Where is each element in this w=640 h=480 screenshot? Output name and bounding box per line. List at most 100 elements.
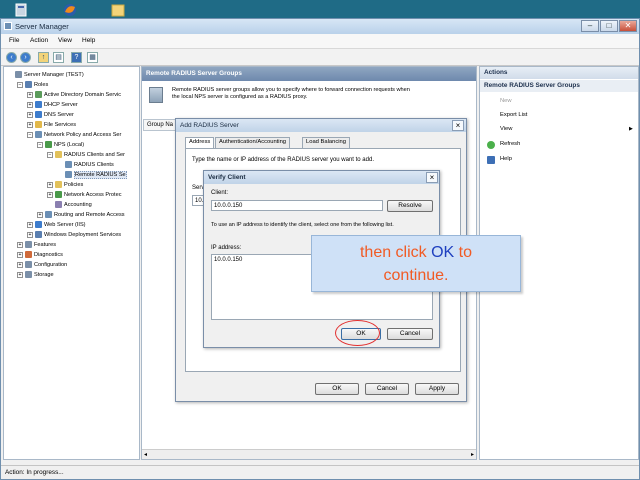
tree-expander-icon[interactable]: + xyxy=(47,191,53,198)
verify-client-close-button[interactable]: × xyxy=(426,172,438,183)
features-icon xyxy=(25,241,32,249)
folder-icon xyxy=(55,151,62,159)
dhcp-icon xyxy=(35,101,42,109)
tree-expander-icon[interactable]: + xyxy=(27,111,33,118)
tree-item[interactable]: + Active Directory Domain Servic xyxy=(27,91,121,100)
submenu-arrow-icon: ▶ xyxy=(629,126,633,132)
tree-item-label: Features xyxy=(34,242,57,248)
tree-item[interactable]: + Storage xyxy=(17,271,54,280)
callout-text-pre: then click xyxy=(359,244,432,261)
tree-item[interactable]: RADIUS Clients xyxy=(57,161,114,170)
up-folder-icon[interactable]: ↑ xyxy=(38,52,49,63)
server-manager-icon[interactable] xyxy=(14,2,30,17)
menu-view[interactable]: View xyxy=(58,37,72,44)
menu-file[interactable]: File xyxy=(9,37,19,44)
app-icon xyxy=(4,22,12,30)
tree-item[interactable]: Remote RADIUS Se xyxy=(57,171,127,180)
tree-item-label: DHCP Server xyxy=(44,102,78,108)
verify-hint: To use an IP address to identify the cli… xyxy=(211,222,394,228)
tree-item[interactable]: − NPS (Local) xyxy=(37,141,84,150)
tree-expander-icon[interactable]: + xyxy=(27,121,33,128)
resolve-button[interactable]: Resolve xyxy=(387,200,433,212)
tab-address[interactable]: Address xyxy=(185,137,215,148)
tree-expander-icon[interactable]: − xyxy=(37,141,43,148)
tree-expander-icon[interactable]: + xyxy=(27,231,33,238)
tree-expander-icon[interactable]: + xyxy=(37,211,43,218)
taskbar xyxy=(0,0,640,18)
tab-authentication-accounting[interactable]: Authentication/Accounting xyxy=(215,137,291,148)
tree-item-label: Policies xyxy=(64,182,84,188)
folder-icon xyxy=(55,181,62,189)
tree-item-label: DNS Server xyxy=(44,112,74,118)
tree-expander-icon[interactable]: + xyxy=(17,271,23,278)
add-radius-dialog-title: Add RADIUS Server xyxy=(176,119,466,132)
tree-item[interactable]: Server Manager (TEST) xyxy=(7,71,84,80)
forward-arrow-icon[interactable]: › xyxy=(20,52,31,63)
tree-item[interactable]: + DHCP Server xyxy=(27,101,78,110)
add-radius-cancel-button[interactable]: Cancel xyxy=(365,383,409,395)
tree-expander-icon[interactable]: + xyxy=(17,241,23,248)
tree-item[interactable]: + Diagnostics xyxy=(17,251,63,260)
actions-section-header[interactable]: Remote RADIUS Server Groups xyxy=(480,80,638,92)
tab-load-balancing[interactable]: Load Balancing xyxy=(302,137,350,148)
iis-icon xyxy=(35,221,42,229)
tree-item[interactable]: + Web Server (IIS) xyxy=(27,221,86,230)
action-refresh[interactable]: Refresh xyxy=(500,141,520,147)
tree-item-label: Network Access Protec xyxy=(64,192,122,198)
tree-item[interactable]: − Roles xyxy=(17,81,48,90)
tree-expander-icon[interactable]: + xyxy=(27,221,33,228)
verify-cancel-button[interactable]: Cancel xyxy=(387,328,433,340)
tree-item[interactable]: − RADIUS Clients and Ser xyxy=(47,151,125,160)
maximize-button[interactable]: □ xyxy=(600,20,618,32)
tree-expander-icon[interactable]: + xyxy=(27,91,33,98)
tree-expander-icon[interactable]: + xyxy=(47,181,53,188)
tree-item[interactable]: + Network Access Protec xyxy=(47,191,122,200)
tree-expander-icon[interactable]: − xyxy=(17,81,23,88)
horizontal-scrollbar[interactable]: ◂ ▸ xyxy=(142,449,476,459)
action-help[interactable]: Help xyxy=(500,156,512,162)
action-export-list[interactable]: Export List xyxy=(500,112,527,118)
action-view[interactable]: View xyxy=(500,126,512,132)
ip-address-list-item[interactable]: 10.0.0.150 xyxy=(214,257,242,263)
tree-item[interactable]: + Routing and Remote Access xyxy=(37,211,125,220)
navigation-tree: Server Manager (TEST) − Roles + Active Direc… xyxy=(3,66,140,460)
tree-expander-icon[interactable]: − xyxy=(27,131,33,138)
back-arrow-icon[interactable]: ‹ xyxy=(6,52,17,63)
tree-expander-icon[interactable]: + xyxy=(27,101,33,108)
scroll-left-icon[interactable]: ◂ xyxy=(144,451,147,458)
add-radius-ok-button[interactable]: OK xyxy=(315,383,359,395)
action-new[interactable]: New xyxy=(500,98,512,104)
tree-item[interactable]: + Features xyxy=(17,241,56,250)
folder-icon[interactable] xyxy=(110,2,126,17)
tree-item[interactable]: + Policies xyxy=(47,181,83,190)
tree-item-label: Active Directory Domain Servic xyxy=(44,92,122,98)
console-icon[interactable]: ▤ xyxy=(53,52,64,63)
tree-expander-icon[interactable]: + xyxy=(17,251,23,258)
tree-item[interactable]: − Network Policy and Access Ser xyxy=(27,131,121,140)
add-radius-apply-button[interactable]: Apply xyxy=(415,383,459,395)
refresh-icon xyxy=(487,141,495,149)
properties-icon[interactable]: ▦ xyxy=(87,52,98,63)
scroll-right-icon[interactable]: ▸ xyxy=(471,451,474,458)
tree-item-label: Configuration xyxy=(34,262,68,268)
add-radius-close-button[interactable]: × xyxy=(452,120,464,131)
tree-item[interactable]: + DNS Server xyxy=(27,111,74,120)
menu-bar: File Action View Help xyxy=(1,34,639,49)
tree-expander-icon[interactable]: − xyxy=(47,151,53,158)
minimize-button[interactable]: – xyxy=(581,20,599,32)
menu-help[interactable]: Help xyxy=(82,37,95,44)
close-button[interactable]: ✕ xyxy=(619,20,637,32)
firefox-icon[interactable] xyxy=(62,2,78,17)
center-pane-header: Remote RADIUS Server Groups xyxy=(142,67,476,81)
tree-expander-icon[interactable]: + xyxy=(17,261,23,268)
tree-item-label: File Services xyxy=(44,122,77,128)
help-icon[interactable]: ? xyxy=(71,52,82,63)
client-field[interactable]: 10.0.0.150 xyxy=(211,200,383,211)
tree-item[interactable]: + Windows Deployment Services xyxy=(27,231,121,240)
tree-item[interactable]: + File Services xyxy=(27,121,76,130)
tree-item[interactable]: + Configuration xyxy=(17,261,67,270)
menu-action[interactable]: Action xyxy=(30,37,48,44)
tree-item[interactable]: Accounting xyxy=(47,201,92,210)
callout-text-post: to xyxy=(454,244,473,261)
routing-icon xyxy=(45,211,52,219)
